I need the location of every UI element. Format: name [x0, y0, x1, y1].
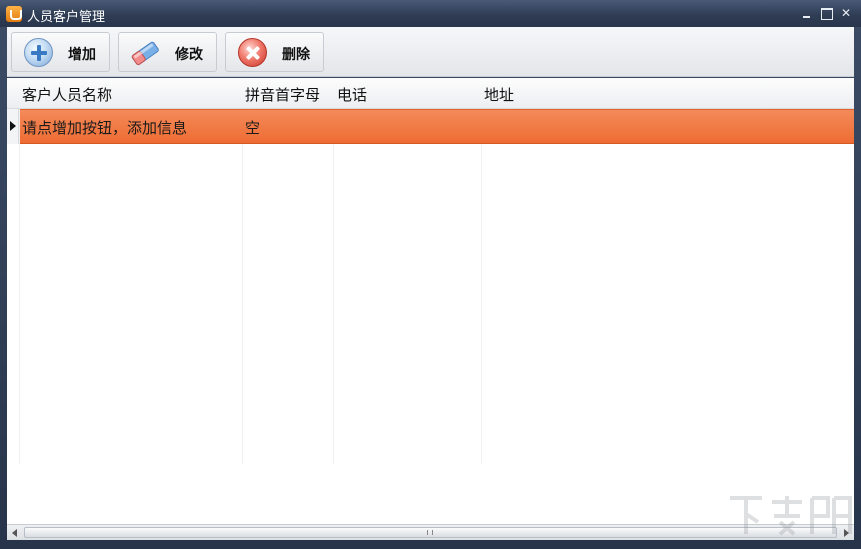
column-divider — [481, 109, 482, 464]
add-button[interactable]: 增加 — [11, 32, 110, 72]
column-divider — [333, 109, 334, 464]
delete-button-label: 删除 — [282, 47, 310, 63]
table-row[interactable]: 请点增加按钮，添加信息 空 — [7, 109, 854, 144]
row-selector-arrow-icon[interactable] — [7, 109, 19, 144]
scroll-left-icon[interactable] — [7, 526, 23, 540]
x-circle-icon — [238, 38, 267, 67]
title-bar[interactable]: 人员客户管理 ✕ — [0, 0, 861, 27]
plus-circle-icon — [24, 38, 53, 67]
cell-pinyin[interactable]: 空 — [245, 117, 260, 138]
column-header-address[interactable]: 地址 — [484, 84, 514, 105]
toolbar: 增加 修改 删除 — [7, 27, 854, 77]
download-icon — [6, 6, 22, 22]
scrollbar-thumb[interactable] — [24, 527, 837, 538]
edit-button-label: 修改 — [175, 47, 203, 63]
minimize-button[interactable] — [800, 6, 814, 20]
column-divider — [19, 109, 20, 464]
grid-header: 客户人员名称 拼音首字母 电话 地址 — [7, 78, 854, 109]
eraser-icon — [131, 41, 159, 66]
window-title: 人员客户管理 — [27, 10, 106, 25]
cell-name[interactable]: 请点增加按钮，添加信息 — [22, 117, 187, 138]
watermark-logo — [730, 496, 852, 536]
column-divider — [242, 109, 243, 464]
column-header-phone[interactable]: 电话 — [337, 84, 367, 105]
delete-button[interactable]: 删除 — [225, 32, 324, 72]
main-window: 人员客户管理 ✕ 增加 修改 删除 客户人员名称 拼音首字母 电话 地址 请点增… — [0, 0, 861, 549]
maximize-button[interactable] — [820, 6, 834, 20]
edit-button[interactable]: 修改 — [118, 32, 217, 72]
column-header-name[interactable]: 客户人员名称 — [22, 84, 112, 105]
column-header-pinyin[interactable]: 拼音首字母 — [245, 84, 320, 105]
grip-icon — [427, 530, 433, 535]
customer-grid[interactable]: 客户人员名称 拼音首字母 电话 地址 请点增加按钮，添加信息 空 — [7, 78, 854, 524]
add-button-label: 增加 — [68, 47, 96, 63]
close-button[interactable]: ✕ — [839, 6, 853, 20]
